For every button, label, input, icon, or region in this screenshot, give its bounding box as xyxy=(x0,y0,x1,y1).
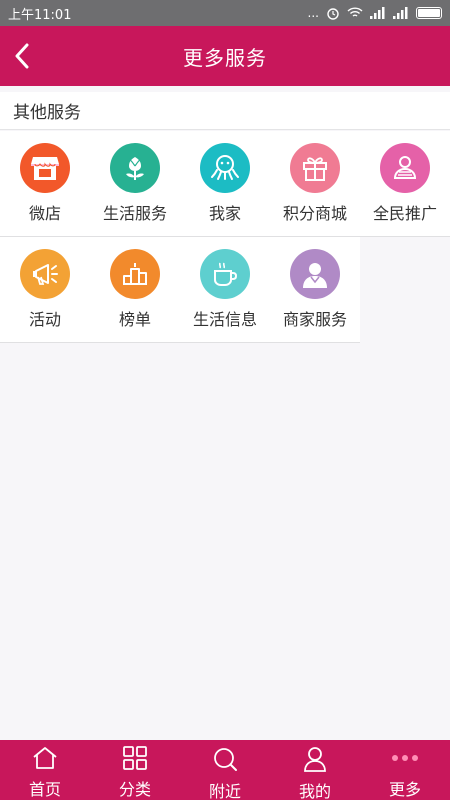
back-button[interactable] xyxy=(0,26,44,86)
service-item-activity[interactable]: 活动 xyxy=(0,237,90,343)
alarm-icon xyxy=(327,8,339,20)
service-item-points-mall[interactable]: 积分商城 xyxy=(270,131,360,237)
service-item-weidian[interactable]: 微店 xyxy=(0,131,90,237)
tab-label: 我的 xyxy=(298,782,331,800)
service-item-life-info[interactable]: 生活信息 xyxy=(180,237,270,343)
megaphone-icon xyxy=(20,249,70,299)
service-item-merchant[interactable]: 商家服务 xyxy=(270,237,360,343)
service-label: 微店 xyxy=(28,204,61,223)
service-label: 我家 xyxy=(208,204,241,223)
service-item-life-service[interactable]: 生活服务 xyxy=(90,131,180,237)
status-icons: ... xyxy=(308,6,442,20)
service-item-ranking[interactable]: 榜单 xyxy=(90,237,180,343)
person-icon xyxy=(380,143,430,193)
storefront-icon xyxy=(20,143,70,193)
section-title: 其他服务 xyxy=(0,92,450,130)
service-row-1: 微店 生活服务 我家 积分商城 全民推广 xyxy=(0,131,450,237)
battery-icon xyxy=(416,7,442,19)
chevron-left-icon xyxy=(15,43,29,69)
signal-icon-2 xyxy=(393,7,408,19)
status-dots: ... xyxy=(307,6,319,20)
tab-category[interactable]: 分类 xyxy=(90,740,180,800)
tab-home[interactable]: 首页 xyxy=(0,740,90,800)
tab-label: 首页 xyxy=(28,780,61,799)
status-time: 上午11:01 xyxy=(8,7,72,23)
more-dots-icon xyxy=(391,746,419,770)
tab-label: 分类 xyxy=(118,780,151,799)
merchant-avatar-icon xyxy=(290,249,340,299)
tab-nearby[interactable]: 附近 xyxy=(180,740,270,800)
service-label: 积分商城 xyxy=(282,204,347,223)
coffee-cup-icon xyxy=(200,249,250,299)
nav-bar: 更多服务 xyxy=(0,26,450,86)
service-label: 活动 xyxy=(28,310,61,329)
service-label: 生活服务 xyxy=(102,204,167,223)
octopus-icon xyxy=(200,143,250,193)
service-label: 全民推广 xyxy=(372,204,437,223)
home-icon xyxy=(32,746,58,770)
grid-icon xyxy=(123,746,147,770)
tab-label: 附近 xyxy=(208,782,241,800)
bottom-tab-bar: 首页 分类 附近 我的 更多 xyxy=(0,740,450,800)
tulip-icon xyxy=(110,143,160,193)
signal-icon xyxy=(370,7,385,19)
service-label: 商家服务 xyxy=(282,310,347,329)
gift-icon xyxy=(290,143,340,193)
user-icon xyxy=(303,746,327,772)
wifi-icon xyxy=(347,7,363,17)
service-row-2: 活动 榜单 生活信息 商家服务 xyxy=(0,237,360,343)
service-label: 榜单 xyxy=(118,310,151,329)
search-icon xyxy=(212,746,238,772)
tab-label: 更多 xyxy=(388,780,421,799)
service-item-promotion[interactable]: 全民推广 xyxy=(360,131,450,237)
service-label: 生活信息 xyxy=(192,310,257,329)
service-item-my-home[interactable]: 我家 xyxy=(180,131,270,237)
tab-mine[interactable]: 我的 xyxy=(270,740,360,800)
podium-icon xyxy=(110,249,160,299)
status-bar: 上午11:01 ... xyxy=(0,0,450,26)
page-title: 更多服务 xyxy=(183,45,267,70)
tab-more[interactable]: 更多 xyxy=(360,740,450,800)
